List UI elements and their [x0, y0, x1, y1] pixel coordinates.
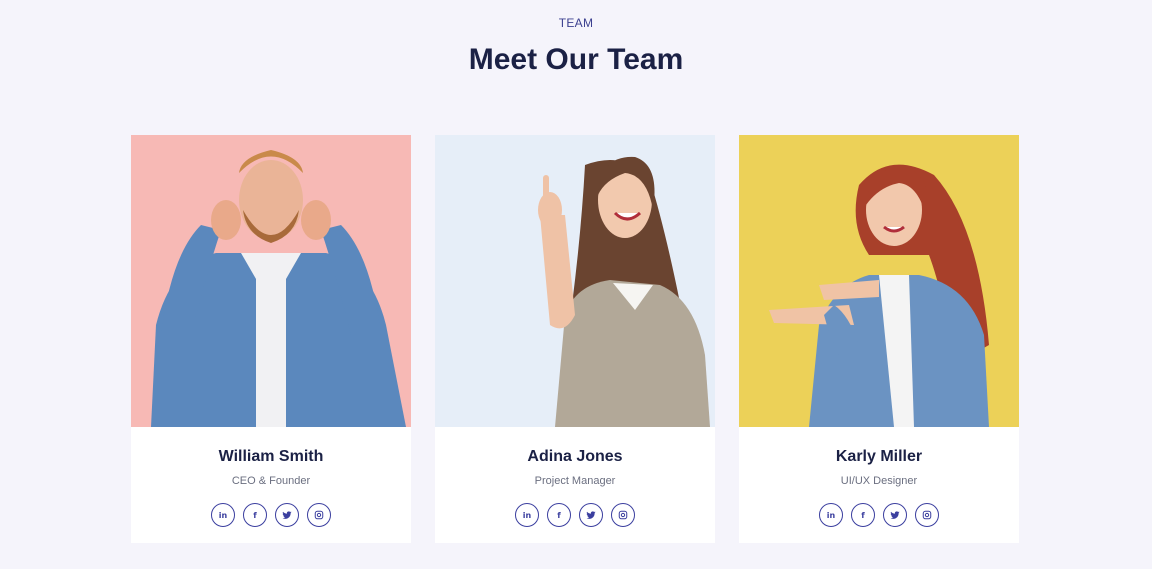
- social-links: in f: [131, 503, 411, 527]
- twitter-icon[interactable]: [883, 503, 907, 527]
- facebook-icon[interactable]: f: [851, 503, 875, 527]
- team-card-karly-miller: Karly Miller UI/UX Designer in f: [739, 135, 1019, 543]
- member-photo-image: [739, 135, 1019, 427]
- member-info: Karly Miller UI/UX Designer in f: [739, 427, 1019, 527]
- instagram-icon[interactable]: [307, 503, 331, 527]
- team-card-adina-jones: Adina Jones Project Manager in f: [435, 135, 715, 543]
- member-photo-image: [131, 135, 411, 427]
- linkedin-icon[interactable]: in: [211, 503, 235, 527]
- member-photo: [435, 135, 715, 427]
- member-info: Adina Jones Project Manager in f: [435, 427, 715, 527]
- member-photo: [131, 135, 411, 427]
- instagram-icon[interactable]: [915, 503, 939, 527]
- facebook-icon[interactable]: f: [243, 503, 267, 527]
- member-name: Karly Miller: [835, 448, 923, 465]
- member-photo-image: [435, 135, 715, 427]
- facebook-icon[interactable]: f: [547, 503, 571, 527]
- member-role: CEO & Founder: [231, 475, 311, 487]
- social-links: in f: [435, 503, 715, 527]
- member-role: Project Manager: [534, 475, 616, 487]
- twitter-icon[interactable]: [275, 503, 299, 527]
- instagram-icon[interactable]: [611, 503, 635, 527]
- section-title: Meet Our Team: [468, 43, 684, 76]
- team-section: TEAM Meet Our Team William Smith CEO & F…: [0, 0, 1152, 569]
- member-info: William Smith CEO & Founder in f: [131, 427, 411, 527]
- member-name: William Smith: [218, 448, 324, 465]
- section-eyebrow: TEAM: [558, 16, 594, 30]
- social-links: in f: [739, 503, 1019, 527]
- member-name: Adina Jones: [527, 448, 623, 465]
- twitter-icon[interactable]: [579, 503, 603, 527]
- linkedin-icon[interactable]: in: [819, 503, 843, 527]
- team-card-william-smith: William Smith CEO & Founder in f: [131, 135, 411, 543]
- member-photo: [739, 135, 1019, 427]
- team-cards: William Smith CEO & Founder in f Adina J…: [131, 135, 1019, 543]
- linkedin-icon[interactable]: in: [515, 503, 539, 527]
- member-role: UI/UX Designer: [840, 475, 918, 487]
